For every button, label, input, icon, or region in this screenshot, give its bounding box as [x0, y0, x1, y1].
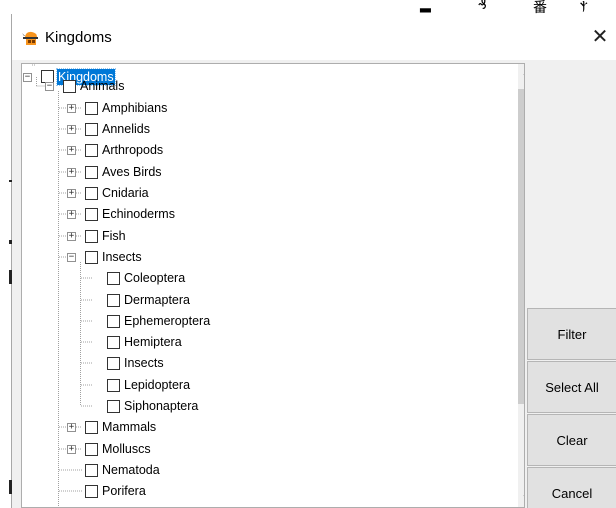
filter-button[interactable]: Filter: [527, 308, 616, 360]
collapse-icon[interactable]: −: [23, 73, 32, 82]
background-glyph: ₰: [478, 0, 487, 13]
expand-icon[interactable]: +: [67, 232, 76, 241]
expand-icon[interactable]: +: [67, 189, 76, 198]
tree-checkbox[interactable]: [85, 102, 98, 115]
tree-checkbox[interactable]: [107, 336, 120, 349]
kingdoms-dialog: Kingdoms ✕ − Kingdoms − Animals + Amphib…: [12, 14, 616, 508]
tree-checkbox[interactable]: [85, 464, 98, 477]
tree-node-label[interactable]: Lepidoptera: [123, 377, 191, 393]
clear-button[interactable]: Clear: [527, 414, 616, 466]
tree-node-label[interactable]: Coleoptera: [123, 270, 186, 286]
tree-checkbox[interactable]: [107, 272, 120, 285]
tree-node-label[interactable]: Hemiptera: [123, 334, 183, 350]
background-glyph: ▂: [420, 0, 431, 13]
tree-checkbox[interactable]: [85, 230, 98, 243]
tree-node-label[interactable]: Insects: [123, 355, 165, 371]
tree-node-label[interactable]: Aves Birds: [101, 164, 163, 180]
title-bar[interactable]: Kingdoms ✕: [12, 14, 616, 60]
tree-node-label[interactable]: Molluscs: [101, 441, 152, 457]
tree-node-label[interactable]: Annelids: [101, 121, 151, 137]
tree-node-label[interactable]: Nematoda: [101, 462, 161, 478]
tree-checkbox[interactable]: [107, 357, 120, 370]
tree-node-label[interactable]: Arthropods: [101, 142, 164, 158]
close-icon[interactable]: ✕: [584, 22, 616, 52]
tree-checkbox[interactable]: [85, 123, 98, 136]
tree-node-label[interactable]: Mammals: [101, 419, 157, 435]
kingdoms-tree-view[interactable]: − Kingdoms − Animals + Amphibians + Anne…: [21, 63, 525, 508]
expand-icon[interactable]: +: [67, 423, 76, 432]
expand-icon[interactable]: +: [67, 445, 76, 454]
background-glyph: 番: [533, 0, 547, 14]
tree-checkbox[interactable]: [63, 80, 76, 93]
tree-vertical-scrollbar[interactable]: ▲ ▼: [518, 64, 524, 507]
tree-checkbox[interactable]: [85, 251, 98, 264]
kingdoms-app-icon: [22, 30, 39, 46]
tree-checkbox[interactable]: [107, 400, 120, 413]
background-glyph: ⲯ: [580, 0, 588, 13]
tree-checkbox[interactable]: [107, 294, 120, 307]
tree-checkbox[interactable]: [85, 144, 98, 157]
expand-icon[interactable]: +: [67, 210, 76, 219]
tree-checkbox[interactable]: [107, 315, 120, 328]
tree-node-label[interactable]: Siphonaptera: [123, 398, 199, 414]
window-title: Kingdoms: [45, 29, 112, 46]
scroll-up-arrow-icon[interactable]: ▲: [518, 64, 524, 81]
tree-node-label[interactable]: Dermaptera: [123, 292, 191, 308]
collapse-icon[interactable]: −: [45, 82, 54, 91]
scrollbar-thumb[interactable]: [518, 89, 524, 404]
tree-node-label[interactable]: Ephemeroptera: [123, 313, 211, 329]
expand-icon[interactable]: +: [67, 168, 76, 177]
tree-node-label[interactable]: Amphibians: [101, 100, 168, 116]
collapse-icon[interactable]: −: [67, 253, 76, 262]
tree-checkbox[interactable]: [85, 485, 98, 498]
tree-checkbox[interactable]: [85, 443, 98, 456]
tree-node-label[interactable]: Echinoderms: [101, 206, 176, 222]
select-all-button[interactable]: Select All: [527, 361, 616, 413]
tree-checkbox[interactable]: [107, 379, 120, 392]
tree-node-label[interactable]: Fish: [101, 228, 127, 244]
expand-icon[interactable]: +: [67, 146, 76, 155]
tree-node-label[interactable]: Cnidaria: [101, 185, 150, 201]
tree-checkbox[interactable]: [85, 187, 98, 200]
expand-icon[interactable]: +: [67, 125, 76, 134]
tree-node-label[interactable]: Porifera: [101, 483, 147, 499]
tree-node-label[interactable]: Insects: [101, 249, 143, 265]
tree-checkbox[interactable]: [85, 208, 98, 221]
cancel-button[interactable]: Cancel: [527, 467, 616, 508]
scroll-down-arrow-icon[interactable]: ▼: [518, 490, 524, 507]
expand-icon[interactable]: +: [67, 104, 76, 113]
background-window-strip: ▂ ₰ 番 ⲯ: [0, 0, 616, 14]
tree-node-label[interactable]: Animals: [79, 78, 125, 94]
tree-checkbox[interactable]: [85, 421, 98, 434]
tree-checkbox[interactable]: [85, 166, 98, 179]
